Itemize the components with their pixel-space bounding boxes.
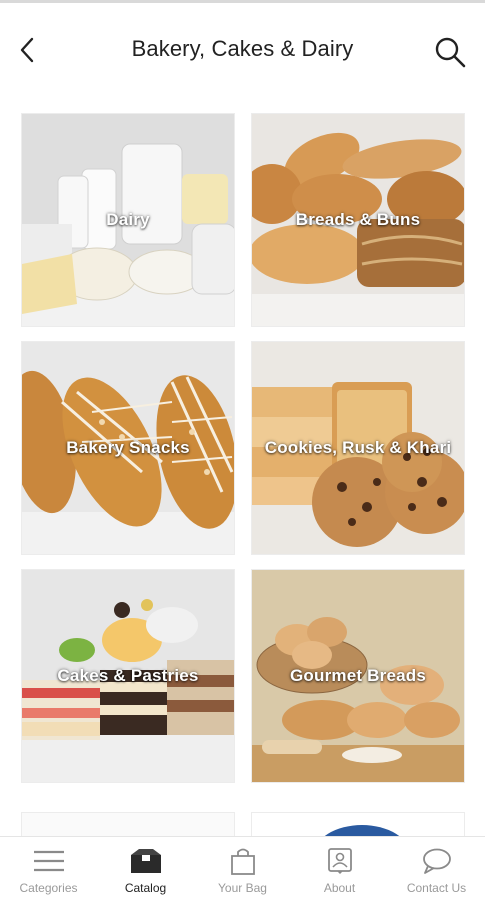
category-grid: Dairy Breads & Buns Bakery Snacks Cookie… — [21, 113, 465, 783]
category-tile-cookies-rusk-khari[interactable]: Cookies, Rusk & Khari — [251, 341, 465, 555]
nav-label: Your Bag — [218, 881, 267, 895]
category-tile-peek[interactable] — [251, 812, 465, 838]
category-tile-cakes-pastries[interactable]: Cakes & Pastries — [21, 569, 235, 783]
category-tile-gourmet-breads[interactable]: Gourmet Breads — [251, 569, 465, 783]
about-icon — [327, 848, 352, 874]
bag-icon — [230, 848, 255, 875]
tile-label: Dairy — [106, 210, 150, 229]
screen: Bakery, Cakes & Dairy Dairy Breads & Bun… — [0, 0, 485, 900]
category-tile-dairy[interactable]: Dairy — [21, 113, 235, 327]
tile-label: Breads & Buns — [295, 210, 421, 229]
search-button[interactable] — [431, 33, 469, 71]
catalog-icon — [130, 849, 161, 873]
nav-label: Categories — [19, 881, 78, 895]
nav-item-your-bag[interactable]: Your Bag — [194, 837, 291, 900]
nav-item-categories[interactable]: Categories — [0, 837, 97, 900]
page-title: Bakery, Cakes & Dairy — [131, 36, 354, 61]
category-tile-breads-buns[interactable]: Breads & Buns — [251, 113, 465, 327]
nav-label: Catalog — [124, 881, 167, 895]
menu-icon — [33, 850, 64, 872]
bottom-nav: Categories Catalog Your Bag About Contac… — [0, 836, 485, 900]
tile-label: Cookies, Rusk & Khari — [264, 438, 452, 457]
category-tile-peek[interactable] — [21, 812, 235, 838]
nav-label: About — [323, 881, 356, 895]
header: Bakery, Cakes & Dairy — [0, 3, 485, 95]
chat-icon — [422, 848, 451, 874]
nav-label: Contact Us — [406, 881, 467, 895]
next-row-peek — [21, 812, 465, 838]
nav-item-about[interactable]: About — [291, 837, 388, 900]
tile-label: Gourmet Breads — [289, 666, 426, 685]
nav-item-catalog[interactable]: Catalog — [97, 837, 194, 900]
tile-label: Bakery Snacks — [66, 438, 190, 457]
category-tile-bakery-snacks[interactable]: Bakery Snacks — [21, 341, 235, 555]
search-icon — [435, 37, 466, 68]
tile-label: Cakes & Pastries — [57, 666, 199, 685]
nav-item-contact-us[interactable]: Contact Us — [388, 837, 485, 900]
